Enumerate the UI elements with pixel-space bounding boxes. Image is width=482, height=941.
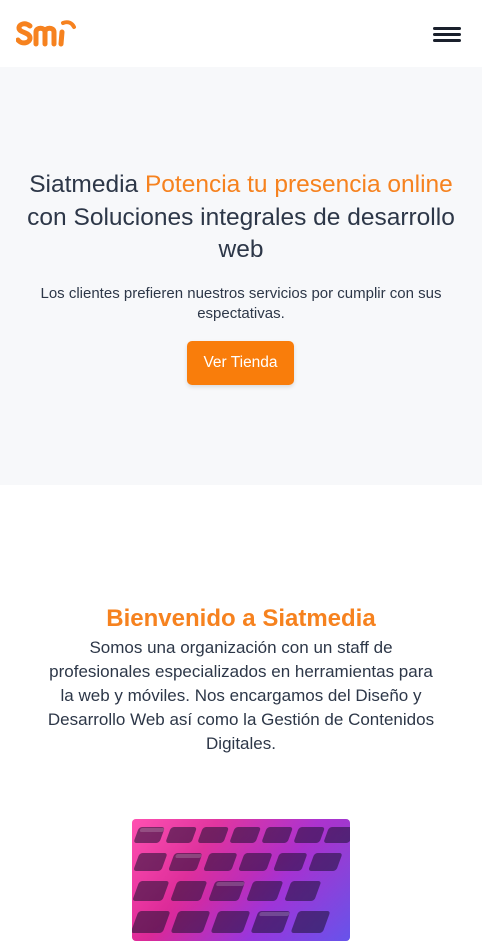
welcome-title: Bienvenido a Siatmedia [106, 605, 376, 632]
hero-title: Siatmedia Potencia tu presencia online c… [14, 169, 468, 267]
hero-subtitle: Los clientes prefieren nuestros servicio… [40, 285, 442, 322]
keyboard-image [132, 819, 350, 941]
welcome-text: Somos una organización con un staff de p… [47, 638, 435, 753]
hamburger-menu-button[interactable] [433, 25, 463, 45]
hero-title-accent: Potencia tu presencia online [144, 171, 453, 198]
logo[interactable] [15, 17, 86, 51]
keyboard-photo-icon [132, 819, 350, 941]
smi-logo-icon [15, 20, 76, 47]
ver-tienda-button[interactable]: Ver Tienda [187, 341, 294, 385]
navbar [0, 0, 482, 67]
hero-title-rest: con Soluciones integrales de desarrollo … [27, 203, 455, 264]
hero-title-brand: Siatmedia [29, 171, 139, 198]
hero-section: Siatmedia Potencia tu presencia online c… [0, 67, 482, 485]
hamburger-icon-line [433, 33, 461, 36]
hamburger-icon-line [433, 27, 461, 30]
hamburger-icon-line [433, 39, 461, 42]
